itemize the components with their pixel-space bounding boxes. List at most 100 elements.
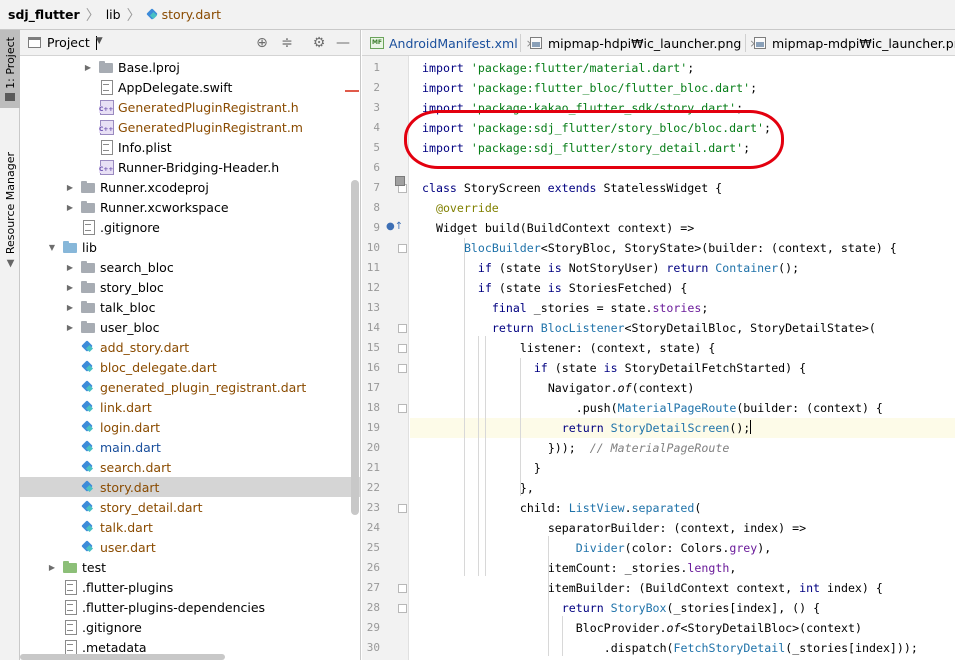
tab-mipmap-hdpi[interactable]: mipmap-hdpi₩ic_launcher.png × xyxy=(524,30,759,55)
fold-toggle-icon[interactable] xyxy=(398,584,407,593)
resource-manager-tab[interactable]: Resource Manager ▲ xyxy=(0,148,20,273)
tab-mipmap-mdpi[interactable]: mipmap-mdpi₩ic_launcher.png × xyxy=(748,30,955,55)
code-line[interactable]: .dispatch(FetchStoryDetail(_stories[inde… xyxy=(410,638,955,658)
breadcrumb-project[interactable]: sdj_flutter xyxy=(8,7,80,22)
tree-item[interactable]: ▶ search_bloc xyxy=(20,257,360,277)
tree-item[interactable]: add_story.dart xyxy=(20,337,360,357)
code-line[interactable]: if (state is NotStoryUser) return Contai… xyxy=(410,258,955,278)
code-line[interactable]: .push(MaterialPageRoute(builder: (contex… xyxy=(410,398,955,418)
code-line[interactable]: return StoryDetailScreen(); xyxy=(410,418,955,438)
breadcrumb-separator: 〉 xyxy=(126,7,141,24)
code-line[interactable]: Navigator.of(context) xyxy=(410,378,955,398)
override-gutter-icon[interactable]: ●↑ xyxy=(386,221,403,232)
tree-item[interactable]: ▶ story_bloc xyxy=(20,277,360,297)
tree-item[interactable]: ▶ talk_bloc xyxy=(20,297,360,317)
tree-item[interactable]: AppDelegate.swift xyxy=(20,77,360,97)
tree-item[interactable]: user.dart xyxy=(20,537,360,557)
code-line[interactable]: itemCount: _stories.length, xyxy=(410,558,955,578)
tree-item[interactable]: ▼ lib xyxy=(20,237,360,257)
tree-item[interactable]: ▶ user_bloc xyxy=(20,317,360,337)
tree-item[interactable]: ▶ test xyxy=(20,557,360,577)
tree-item[interactable]: .gitignore xyxy=(20,217,360,237)
code-line[interactable]: return BlocListener<StoryDetailBloc, Sto… xyxy=(410,318,955,338)
code-line[interactable]: itemBuilder: (BuildContext context, int … xyxy=(410,578,955,598)
chevron-right-icon[interactable]: ▶ xyxy=(64,203,76,212)
code-line[interactable]: if (state is StoriesFetched) { xyxy=(410,278,955,298)
code-line-text: import 'package:flutter/material.dart'; xyxy=(422,58,701,78)
code-line[interactable]: import 'package:flutter_bloc/flutter_blo… xyxy=(410,78,955,98)
vertical-scrollbar[interactable] xyxy=(351,180,359,515)
tree-item[interactable]: ▶ Runner.xcodeproj xyxy=(20,177,360,197)
tab-label: AndroidManifest.xml xyxy=(389,35,518,51)
tree-item[interactable]: bloc_delegate.dart xyxy=(20,357,360,377)
breadcrumb-file[interactable]: story.dart xyxy=(162,7,221,22)
code-line[interactable]: Widget build(BuildContext context) => xyxy=(410,218,955,238)
code-line[interactable]: })); // MaterialPageRoute xyxy=(410,438,955,458)
tree-item[interactable]: main.dart xyxy=(20,437,360,457)
tree-item[interactable]: search.dart xyxy=(20,457,360,477)
breadcrumb-folder[interactable]: lib xyxy=(106,7,121,22)
code-token: Widget build(BuildContext context) => xyxy=(435,221,695,235)
chevron-right-icon[interactable]: ▶ xyxy=(64,263,76,272)
project-tool-tab[interactable]: 1: Project xyxy=(0,30,20,108)
code-line[interactable]: separatorBuilder: (context, index) => xyxy=(410,518,955,538)
chevron-right-icon[interactable]: ▶ xyxy=(64,303,76,312)
tree-item[interactable]: story_detail.dart xyxy=(20,497,360,517)
chevron-down-icon[interactable]: ▼ xyxy=(46,243,58,252)
chevron-right-icon[interactable]: ▶ xyxy=(64,183,76,192)
tab-android-manifest[interactable]: MF AndroidManifest.xml × xyxy=(364,30,535,55)
fold-toggle-icon[interactable] xyxy=(398,344,407,353)
tree-item[interactable]: Runner-Bridging-Header.h xyxy=(20,157,360,177)
horizontal-scrollbar[interactable] xyxy=(20,654,225,660)
code-line[interactable]: listener: (context, state) { xyxy=(410,338,955,358)
tree-item[interactable]: generated_plugin_registrant.dart xyxy=(20,377,360,397)
line-number-gutter[interactable]: 1 2 3 4 5 6 7 8 9 10 11 12 13 14 15 16 17 18 19 20 21 22 23 24 2… xyxy=(362,56,409,660)
fold-toggle-icon[interactable] xyxy=(398,604,407,613)
code-token: index) { xyxy=(827,581,883,595)
tree-item[interactable]: ▶ Runner.xcworkspace xyxy=(20,197,360,217)
minimize-icon[interactable]: — xyxy=(334,34,352,52)
target-icon[interactable]: ⊕ xyxy=(253,34,271,52)
chevron-right-icon[interactable]: ▶ xyxy=(64,323,76,332)
code-line[interactable]: BlocProvider.of<StoryDetailBloc>(context… xyxy=(410,618,955,638)
tree-item[interactable]: GeneratedPluginRegistrant.h xyxy=(20,97,360,117)
gear-icon[interactable]: ⚙ xyxy=(310,34,328,52)
tree-item[interactable]: GeneratedPluginRegistrant.m xyxy=(20,117,360,137)
tree-item[interactable]: .gitignore xyxy=(20,617,360,637)
project-panel-title[interactable]: Project xyxy=(47,35,90,50)
code-line[interactable]: }, xyxy=(410,478,955,498)
code-line[interactable]: import 'package:flutter/material.dart'; xyxy=(410,58,955,78)
chevron-right-icon[interactable]: ▶ xyxy=(46,563,58,572)
code-line[interactable]: } xyxy=(410,458,955,478)
code-line[interactable]: @override xyxy=(410,198,955,218)
tree-item[interactable]: story.dart xyxy=(20,477,360,497)
tree-item[interactable]: ▶ Base.lproj xyxy=(20,57,360,77)
line-number: 13 xyxy=(366,301,380,314)
tree-item[interactable]: .flutter-plugins xyxy=(20,577,360,597)
fold-toggle-icon[interactable] xyxy=(398,324,407,333)
tree-item[interactable]: Info.plist xyxy=(20,137,360,157)
tree-item[interactable]: talk.dart xyxy=(20,517,360,537)
chevron-down-icon[interactable]: ▼ xyxy=(95,35,103,50)
fold-toggle-icon[interactable] xyxy=(398,504,407,513)
code-line[interactable]: if (state is StoryDetailFetchStarted) { xyxy=(410,358,955,378)
tree-item[interactable]: login.dart xyxy=(20,417,360,437)
code-line[interactable]: return StoryBox(_stories[index], () { xyxy=(410,598,955,618)
code-line[interactable]: class StoryScreen extends StatelessWidge… xyxy=(410,178,955,198)
code-line[interactable]: child: ListView.separated( xyxy=(410,498,955,518)
fold-toggle-icon[interactable] xyxy=(398,244,407,253)
collapse-icon[interactable]: ≑ xyxy=(278,34,296,52)
code-line[interactable]: Divider(color: Colors.grey), xyxy=(410,538,955,558)
line-number: 23 xyxy=(366,501,380,514)
tree-item[interactable]: .flutter-plugins-dependencies xyxy=(20,597,360,617)
fold-toggle-icon[interactable] xyxy=(398,404,407,413)
code-token: if xyxy=(477,261,499,275)
fold-toggle-icon[interactable] xyxy=(398,364,407,373)
tree-item-label: generated_plugin_registrant.dart xyxy=(100,379,307,395)
code-token: , xyxy=(729,561,737,575)
chevron-right-icon[interactable]: ▶ xyxy=(82,63,94,72)
code-line[interactable]: BlocBuilder<StoryBloc, StoryState>(build… xyxy=(410,238,955,258)
code-line[interactable]: final _stories = state.stories; xyxy=(410,298,955,318)
chevron-right-icon[interactable]: ▶ xyxy=(64,283,76,292)
tree-item[interactable]: link.dart xyxy=(20,397,360,417)
